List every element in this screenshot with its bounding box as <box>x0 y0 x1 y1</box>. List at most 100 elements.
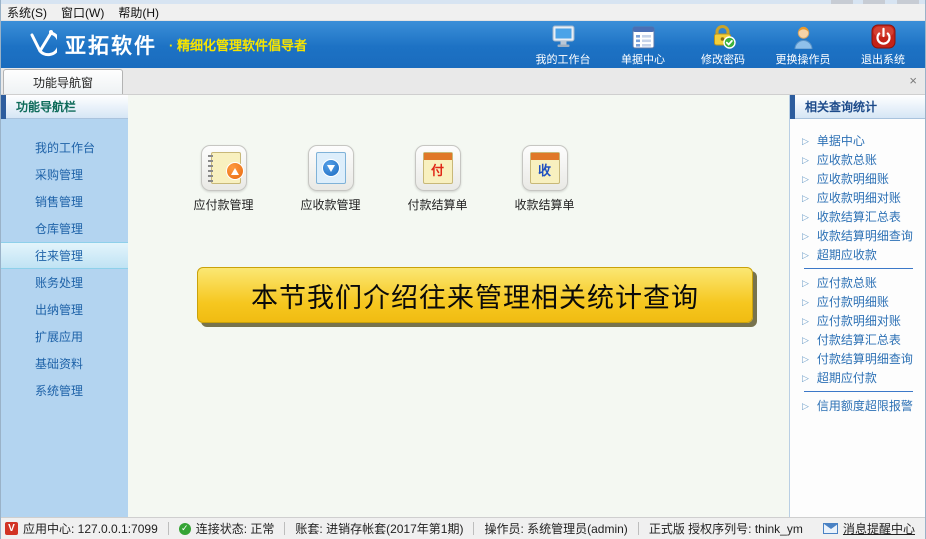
receivable-management-shortcut[interactable]: 应收款管理 <box>277 145 384 213</box>
menu-help[interactable]: 帮助(H) <box>118 4 159 21</box>
triangle-arrow-icon: ▷ <box>802 155 809 165</box>
workbench-icon <box>551 23 576 49</box>
shortcut-label: 应收款管理 <box>300 196 360 213</box>
sidebar-item-accounting[interactable]: 账务处理 <box>1 269 128 296</box>
slip-topbar <box>531 153 559 160</box>
sidebar-item-transactions[interactable]: 往来管理 <box>1 242 128 269</box>
envelope-icon <box>823 523 838 534</box>
receipt-slip-icon: 收 <box>530 152 560 184</box>
slip-glyph: 收 <box>531 164 559 178</box>
triangle-arrow-icon: ▷ <box>802 335 809 345</box>
my-workbench-button[interactable]: 我的工作台 <box>531 23 595 67</box>
spiral-binding <box>208 155 213 182</box>
sidebar-title: 功能导航栏 <box>16 98 76 115</box>
related-item-payable-ledger[interactable]: ▷应付款总账 <box>790 273 925 292</box>
triangle-arrow-icon: ▷ <box>802 278 809 288</box>
related-item-receipt-summary[interactable]: ▷收款结算汇总表 <box>790 207 925 226</box>
check-circle-icon: ✓ <box>179 523 191 535</box>
related-item-payment-summary[interactable]: ▷付款结算汇总表 <box>790 330 925 349</box>
related-item-payable-reconcile[interactable]: ▷应付款明细对账 <box>790 311 925 330</box>
account-set-status: 账套: 进销存帐套(2017年第1期) <box>295 520 463 537</box>
sidebar-item-warehouse[interactable]: 仓库管理 <box>1 215 128 242</box>
app-logo-icon: V <box>5 522 18 535</box>
message-center-link[interactable]: 消息提醒中心 <box>823 520 915 537</box>
triangle-arrow-icon: ▷ <box>802 354 809 364</box>
related-item-document-center[interactable]: ▷单据中心 <box>790 131 925 150</box>
intro-banner: 本节我们介绍往来管理相关统计查询 <box>197 267 753 323</box>
payment-slip-shortcut[interactable]: 付 付款结算单 <box>384 145 491 213</box>
tab-close-icon[interactable]: × <box>909 74 917 87</box>
license-status: 正式版 授权序列号: think_ym <box>649 520 803 537</box>
receipt-slip-shortcut[interactable]: 收 收款结算单 <box>491 145 598 213</box>
triangle-arrow-icon: ▷ <box>802 297 809 307</box>
intro-banner-text: 本节我们介绍往来管理相关统计查询 <box>251 276 699 315</box>
menu-window[interactable]: 窗口(W) <box>61 4 104 21</box>
divider <box>804 268 913 269</box>
sidebar-item-my-workbench[interactable]: 我的工作台 <box>1 134 128 161</box>
related-item-payment-detail-query[interactable]: ▷付款结算明细查询 <box>790 349 925 368</box>
shortcut-label: 付款结算单 <box>407 196 467 213</box>
related-item-payable-detail[interactable]: ▷应付款明细账 <box>790 292 925 311</box>
sidebar-item-extensions[interactable]: 扩展应用 <box>1 323 128 350</box>
related-item-receivable-detail[interactable]: ▷应收款明细账 <box>790 169 925 188</box>
sidebar-item-cashier[interactable]: 出纳管理 <box>1 296 128 323</box>
related-panel-title: 相关查询统计 <box>805 98 877 115</box>
document-center-button[interactable]: 单据中心 <box>611 23 675 67</box>
app-center-status: V 应用中心: 127.0.0.1:7099 <box>5 520 158 537</box>
sidebar-item-purchase[interactable]: 采购管理 <box>1 161 128 188</box>
app-window: 系统(S) 窗口(W) 帮助(H) 亚拓软件 · 精细化管理软件倡导者 <box>0 0 926 539</box>
maximize-button[interactable] <box>863 0 885 4</box>
triangle-arrow-icon: ▷ <box>802 401 809 411</box>
main-panel: 应付款管理 应收款管理 付 <box>128 95 789 517</box>
content-area: 功能导航栏 我的工作台 采购管理 销售管理 仓库管理 往来管理 账务处理 出纳管… <box>1 95 925 517</box>
related-item-receivable-ledger[interactable]: ▷应收款总账 <box>790 150 925 169</box>
related-item-overdue-receivable[interactable]: ▷超期应收款 <box>790 245 925 264</box>
accent-bar <box>790 95 795 119</box>
sidebar-item-system[interactable]: 系统管理 <box>1 377 128 404</box>
operator-person-icon <box>792 23 815 49</box>
change-password-button[interactable]: 修改密码 <box>691 23 755 67</box>
minimize-button[interactable] <box>831 0 853 4</box>
close-button[interactable] <box>897 0 919 4</box>
up-arrow-badge-icon <box>226 162 244 180</box>
tab-function-navigator[interactable]: 功能导航窗 <box>3 69 123 94</box>
down-arrow-badge-icon <box>322 159 340 177</box>
switch-operator-button[interactable]: 更换操作员 <box>771 23 835 67</box>
slip-glyph: 付 <box>424 164 452 178</box>
related-item-overdue-payable[interactable]: ▷超期应付款 <box>790 368 925 387</box>
action-label: 我的工作台 <box>536 51 591 67</box>
triangle-arrow-icon: ▷ <box>802 193 809 203</box>
action-label: 单据中心 <box>621 51 665 67</box>
shortcut-button: 收 <box>522 145 568 191</box>
menu-system[interactable]: 系统(S) <box>7 4 47 21</box>
related-item-receivable-reconcile[interactable]: ▷应收款明细对账 <box>790 188 925 207</box>
shortcut-button <box>201 145 247 191</box>
triangle-arrow-icon: ▷ <box>802 231 809 241</box>
divider <box>638 522 639 535</box>
sidebar-list: 我的工作台 采购管理 销售管理 仓库管理 往来管理 账务处理 出纳管理 扩展应用… <box>1 119 128 404</box>
brand-name: 亚拓软件 <box>65 30 157 60</box>
action-label: 更换操作员 <box>776 51 831 67</box>
related-query-panel: 相关查询统计 ▷单据中心 ▷应收款总账 ▷应收款明细账 ▷应收款明细对账 ▷收款… <box>789 95 925 517</box>
related-list: ▷单据中心 ▷应收款总账 ▷应收款明细账 ▷应收款明细对账 ▷收款结算汇总表 ▷… <box>790 119 925 415</box>
document-center-icon <box>632 23 655 49</box>
triangle-arrow-icon: ▷ <box>802 136 809 146</box>
related-item-credit-limit-alert[interactable]: ▷信用额度超限报警 <box>790 396 925 415</box>
sidebar-item-base-data[interactable]: 基础资料 <box>1 350 128 377</box>
shortcut-label: 收款结算单 <box>514 196 574 213</box>
password-lock-icon <box>711 23 736 49</box>
app-header: 亚拓软件 · 精细化管理软件倡导者 我的工作台 <box>1 21 925 68</box>
status-bar: V 应用中心: 127.0.0.1:7099 ✓ 连接状态: 正常 账套: 进销… <box>1 517 925 539</box>
triangle-arrow-icon: ▷ <box>802 316 809 326</box>
action-label: 退出系统 <box>861 51 905 67</box>
accent-bar <box>1 95 6 119</box>
operator-status: 操作员: 系统管理员(admin) <box>484 520 627 537</box>
related-item-receipt-detail-query[interactable]: ▷收款结算明细查询 <box>790 226 925 245</box>
menu-bar: 系统(S) 窗口(W) 帮助(H) <box>1 4 925 21</box>
action-label: 修改密码 <box>701 51 745 67</box>
exit-system-button[interactable]: 退出系统 <box>851 23 915 67</box>
brand-logo-icon <box>27 27 57 62</box>
payable-management-shortcut[interactable]: 应付款管理 <box>170 145 277 213</box>
function-nav-sidebar: 功能导航栏 我的工作台 采购管理 销售管理 仓库管理 往来管理 账务处理 出纳管… <box>1 95 128 517</box>
sidebar-item-sales[interactable]: 销售管理 <box>1 188 128 215</box>
